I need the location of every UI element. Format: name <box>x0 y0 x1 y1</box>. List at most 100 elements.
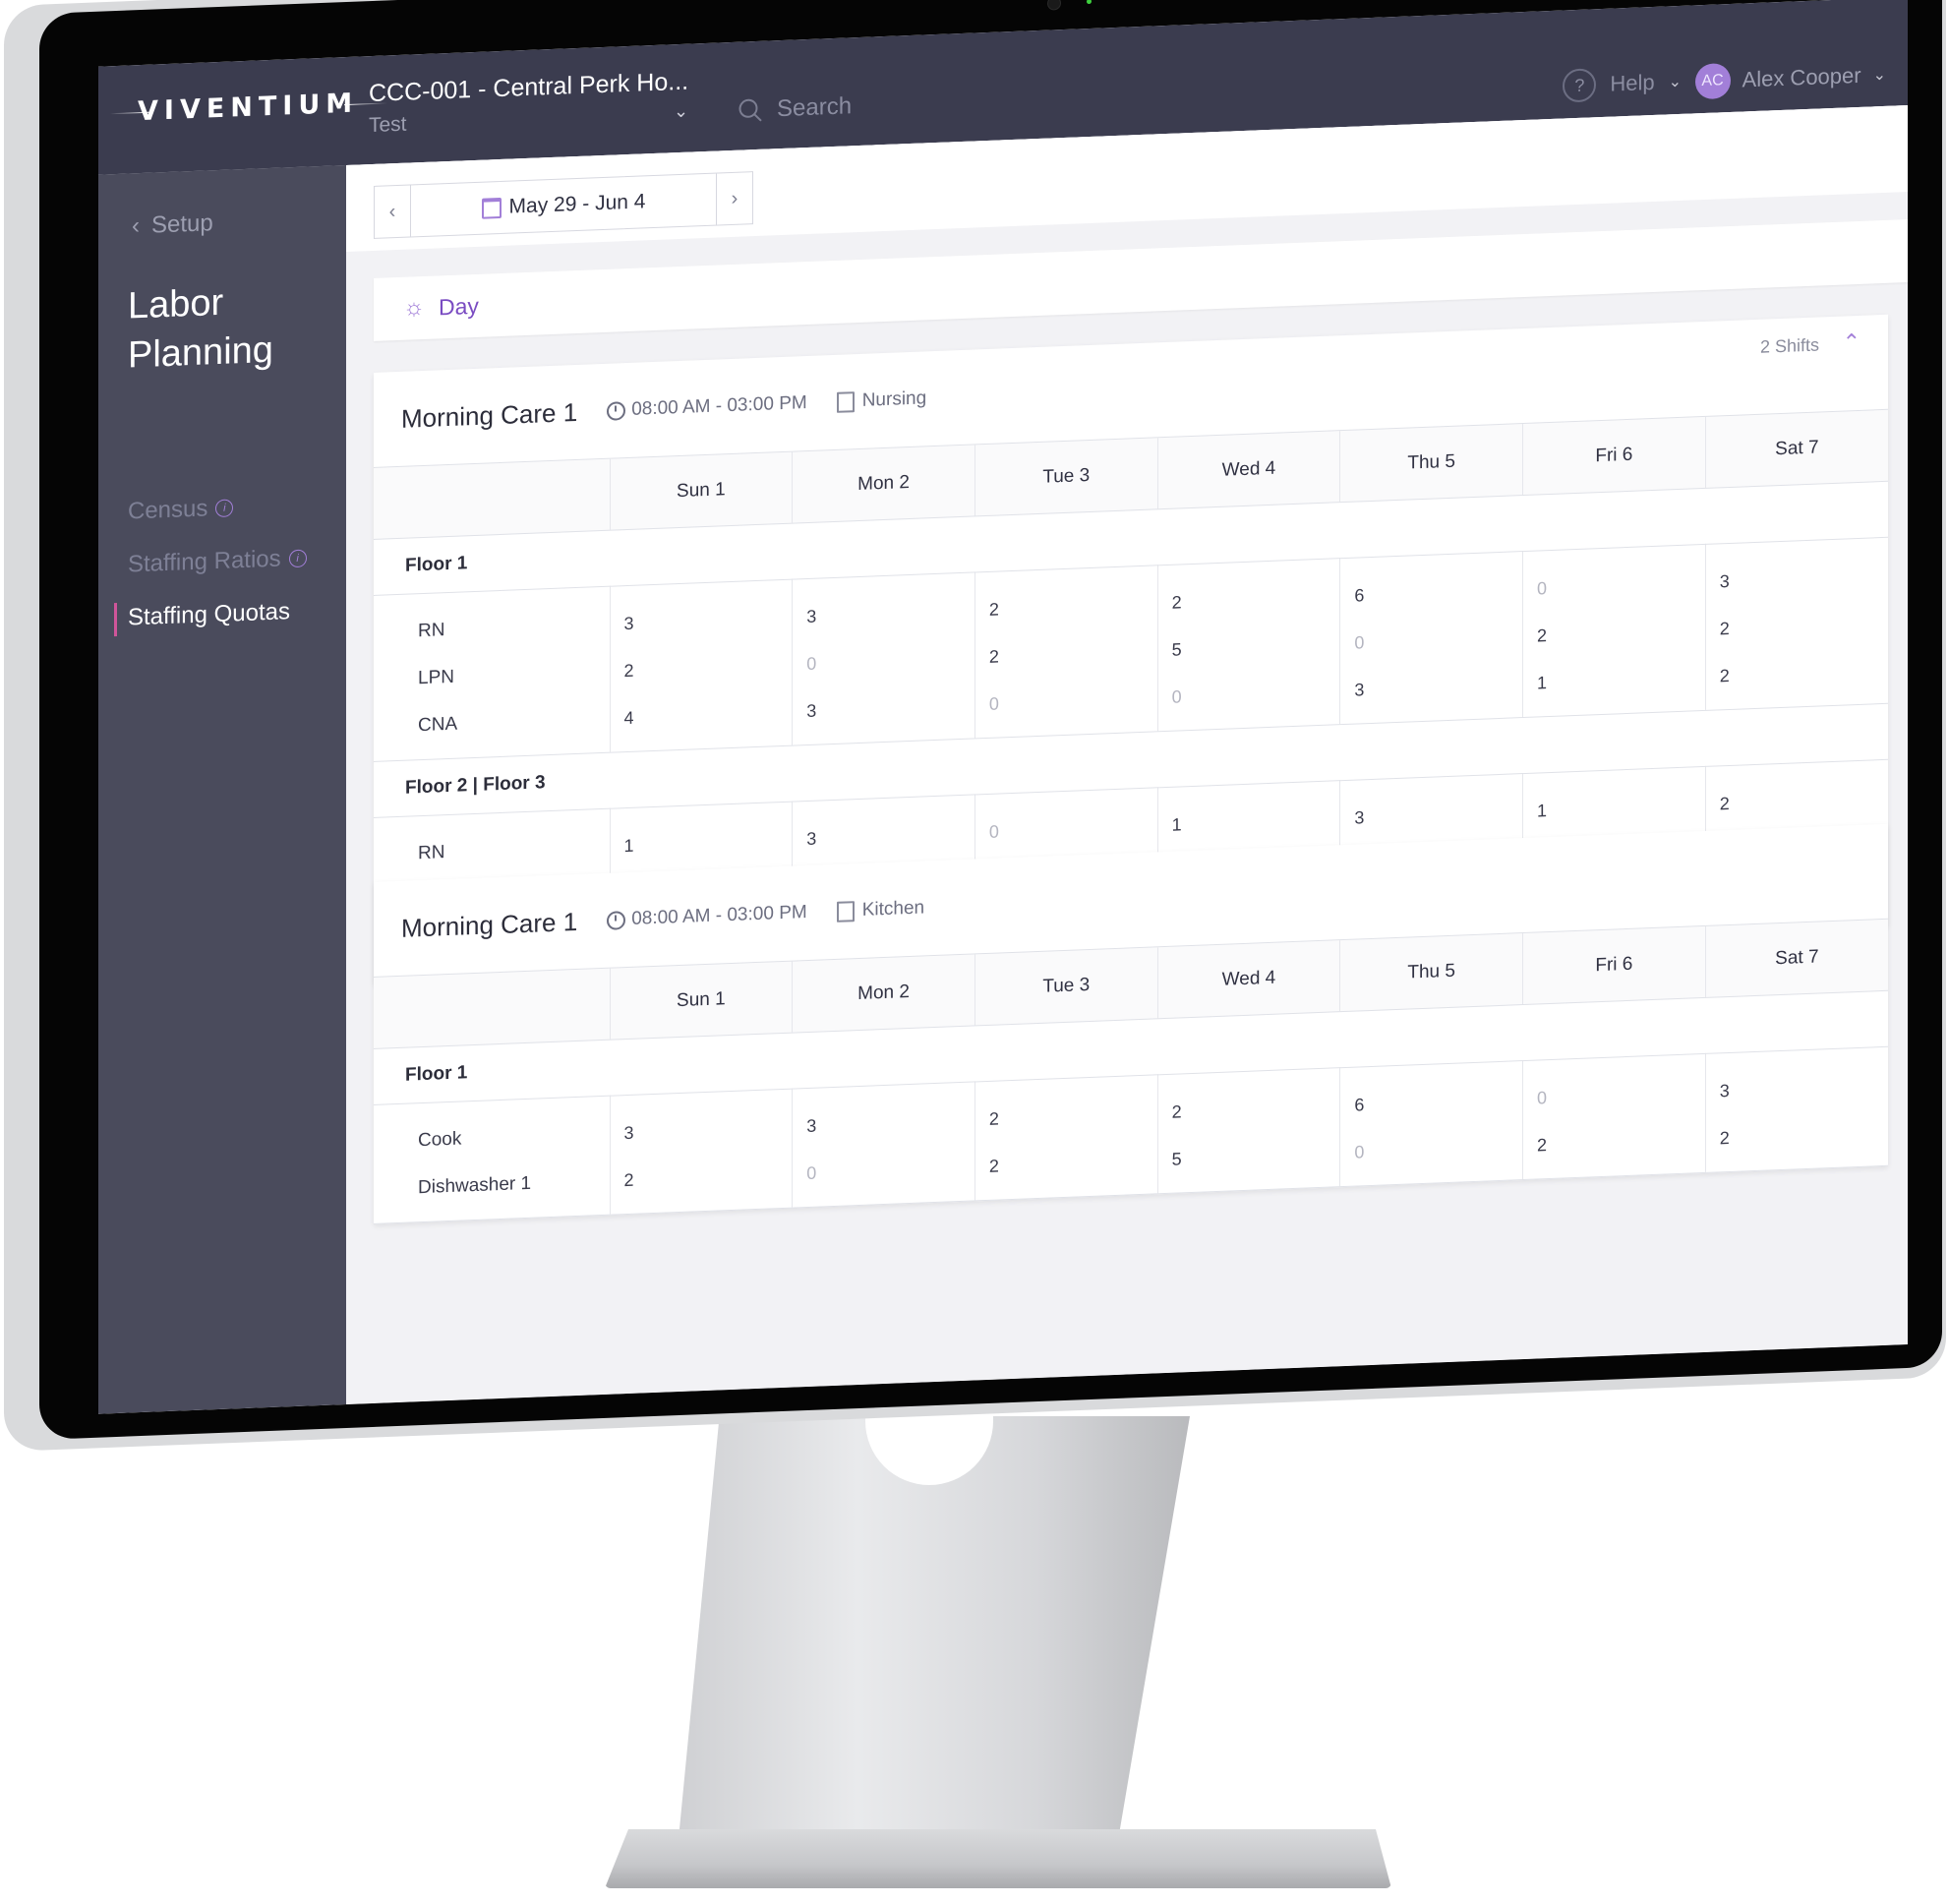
quota-value[interactable]: 2 <box>624 1151 792 1205</box>
date-range-label: May 29 - Jun 4 <box>508 190 646 218</box>
back-label: Setup <box>151 209 213 239</box>
day-column-header: Fri 6 <box>1522 416 1706 496</box>
quota-value[interactable]: 2 <box>1720 774 1887 828</box>
quota-value[interactable]: 3 <box>1720 552 1887 606</box>
info-icon[interactable]: i <box>288 549 307 568</box>
shift-department: Nursing <box>836 387 927 413</box>
next-week-button[interactable]: › <box>717 172 752 224</box>
chevron-down-icon[interactable]: ⌄ <box>674 101 688 123</box>
previous-week-button[interactable]: ‹ <box>375 186 410 238</box>
shift-time-label: 08:00 AM - 03:00 PM <box>631 902 807 929</box>
quota-value[interactable]: 6 <box>1354 565 1521 620</box>
sidebar-item-label: Staffing Ratios <box>128 545 281 578</box>
day-quota-cell[interactable]: 60 <box>1339 1060 1523 1187</box>
facility-selector[interactable]: CCC-001 - Central Perk Ho... Test <box>369 68 688 138</box>
info-icon[interactable]: i <box>215 499 234 518</box>
quota-value[interactable]: 3 <box>624 594 792 648</box>
quota-value[interactable]: 0 <box>806 1144 974 1198</box>
quota-value[interactable]: 3 <box>1354 788 1521 842</box>
day-column-header: Wed 4 <box>1157 939 1340 1019</box>
quota-value[interactable]: 0 <box>806 634 974 688</box>
module-title-line1: Labor <box>128 281 224 327</box>
quota-value[interactable]: 3 <box>1720 1061 1887 1115</box>
day-quota-cell[interactable]: 32 <box>610 1089 793 1216</box>
quota-value[interactable]: 1 <box>1172 795 1339 849</box>
quota-value[interactable]: 3 <box>624 1103 792 1158</box>
shifts-count: 2 Shifts <box>1759 334 1819 357</box>
user-menu[interactable]: AC Alex Cooper ⌄ <box>1694 57 1886 100</box>
date-range-button[interactable]: May 29 - Jun 4 <box>410 173 717 237</box>
search-input[interactable]: Search <box>738 92 852 124</box>
quota-value[interactable]: 2 <box>989 626 1156 681</box>
quota-value[interactable]: 3 <box>1354 660 1521 714</box>
quota-value[interactable]: 0 <box>989 802 1156 856</box>
back-to-setup-link[interactable]: ‹ Setup <box>132 209 213 240</box>
day-quota-cell[interactable]: 021 <box>1522 544 1706 718</box>
quota-value[interactable]: 2 <box>1537 606 1704 660</box>
day-column-header: Sat 7 <box>1705 919 1888 998</box>
quota-value[interactable]: 1 <box>1537 653 1704 707</box>
quota-value[interactable]: 1 <box>1537 781 1704 835</box>
clock-icon <box>607 910 626 930</box>
screen: VIVENTIUM CCC-001 - Central Perk Ho... T… <box>98 0 1908 1414</box>
day-quota-cell[interactable]: 02 <box>1522 1053 1706 1180</box>
quota-value[interactable]: 0 <box>1172 667 1339 721</box>
facility-name: CCC-001 - Central Perk Ho... <box>369 67 689 108</box>
roles-cell: RNLPNCNA <box>374 586 610 762</box>
quota-value[interactable]: 3 <box>806 587 974 641</box>
day-quota-cell[interactable]: 32 <box>1705 1046 1888 1173</box>
sidebar-nav: Census i Staffing Ratios i Staffing Quot… <box>128 492 307 658</box>
chevron-up-icon[interactable]: ⌃ <box>1843 329 1860 356</box>
sidebar-item-staffing-ratios[interactable]: Staffing Ratios i <box>128 545 307 579</box>
search-placeholder: Search <box>777 92 853 123</box>
day-quota-cell[interactable]: 25 <box>1157 1067 1340 1194</box>
quota-value[interactable]: 0 <box>1537 1068 1704 1122</box>
day-column-header: Tue 3 <box>974 946 1158 1026</box>
date-range-picker: ‹ May 29 - Jun 4 › <box>374 171 753 239</box>
quota-value[interactable]: 6 <box>1354 1075 1521 1129</box>
sidebar-item-staffing-quotas[interactable]: Staffing Quotas <box>128 598 307 632</box>
module-title: Labor Planning <box>128 276 273 381</box>
day-quota-cell[interactable]: 603 <box>1339 551 1523 725</box>
quota-value[interactable]: 2 <box>1720 599 1887 653</box>
quota-value[interactable]: 3 <box>806 682 974 736</box>
day-quota-cell[interactable]: 30 <box>792 1081 975 1209</box>
quota-value[interactable]: 2 <box>989 579 1156 633</box>
quota-value[interactable]: 5 <box>1172 1129 1339 1183</box>
quota-value[interactable]: 2 <box>624 641 792 695</box>
quota-value[interactable]: 2 <box>1720 1108 1887 1162</box>
quota-value[interactable]: 2 <box>1172 572 1339 626</box>
quota-value[interactable]: 2 <box>1720 646 1887 700</box>
quota-value[interactable]: 2 <box>1537 1115 1704 1169</box>
viventium-logo[interactable]: VIVENTIUM <box>138 89 358 128</box>
day-column-header: Thu 5 <box>1339 423 1523 503</box>
quota-value[interactable]: 1 <box>624 816 792 870</box>
quota-value[interactable]: 5 <box>1172 620 1339 674</box>
day-quota-cell[interactable]: 220 <box>974 565 1158 739</box>
chevron-down-icon: ⌄ <box>1668 73 1682 91</box>
quota-value[interactable]: 4 <box>624 688 792 743</box>
day-quota-cell[interactable]: 324 <box>610 579 793 753</box>
quota-value[interactable]: 0 <box>989 674 1156 728</box>
department-label: Nursing <box>861 387 927 411</box>
sidebar-item-census[interactable]: Census i <box>128 492 307 526</box>
quota-value[interactable]: 0 <box>1537 559 1704 613</box>
day-quota-cell[interactable]: 250 <box>1157 558 1340 732</box>
quota-value[interactable]: 2 <box>1172 1082 1339 1136</box>
quota-value[interactable]: 0 <box>1354 1122 1521 1176</box>
help-menu[interactable]: ? Help ⌄ <box>1563 65 1682 103</box>
quota-value[interactable]: 2 <box>989 1136 1156 1190</box>
day-quota-cell[interactable]: 303 <box>792 571 975 746</box>
day-column-header: Fri 6 <box>1522 925 1706 1005</box>
quota-value[interactable]: 3 <box>806 1097 974 1151</box>
quota-value[interactable]: 2 <box>989 1089 1156 1143</box>
day-quota-cell[interactable]: 322 <box>1705 537 1888 711</box>
quota-value[interactable]: 3 <box>806 809 974 863</box>
quota-value[interactable]: 0 <box>1354 613 1521 667</box>
day-column-header: Tue 3 <box>974 437 1158 516</box>
shift-time-label: 08:00 AM - 03:00 PM <box>631 392 807 420</box>
sidebar-item-label: Census <box>128 495 208 525</box>
sidebar: ‹ Setup Labor Planning Census i Staffing… <box>98 165 346 1414</box>
day-quota-cell[interactable]: 22 <box>974 1074 1158 1201</box>
module-title-line2: Planning <box>128 328 273 377</box>
